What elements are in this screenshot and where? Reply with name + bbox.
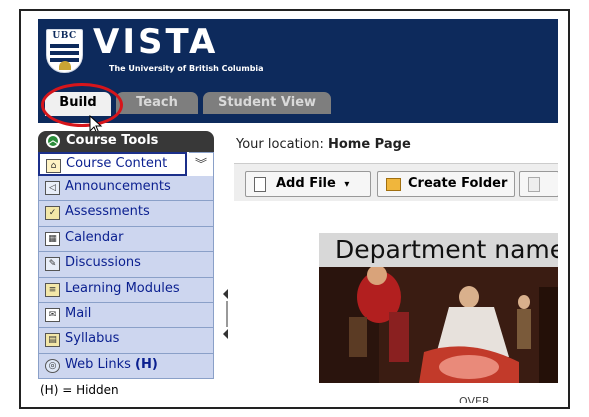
tool-announcements[interactable]: ◁ Announcements xyxy=(38,176,214,202)
caption-text: OVER xyxy=(459,395,490,403)
theatre-photo xyxy=(319,267,558,383)
home-icon: ⌂ xyxy=(46,159,61,173)
file-icon xyxy=(254,177,266,192)
tool-web-links[interactable]: ◎ Web Links (H) xyxy=(38,353,214,380)
add-file-label: Add File xyxy=(276,176,336,191)
assessment-icon: ✓ xyxy=(45,206,60,221)
envelope-icon: ✉ xyxy=(45,307,60,322)
collapse-left-arrow-icon[interactable] xyxy=(223,329,228,339)
calendar-icon: ▦ xyxy=(45,231,60,246)
panel-splitter[interactable] xyxy=(223,289,231,339)
tool-label: Course Content xyxy=(66,156,168,171)
megaphone-icon: ◁ xyxy=(45,181,60,195)
add-file-button[interactable]: Add File ▾ xyxy=(245,171,371,197)
screenshot-frame: UBC VISTA The University of British Colu… xyxy=(19,9,570,409)
collapse-left-arrow-icon[interactable] xyxy=(223,289,228,299)
tab-student-view[interactable]: Student View xyxy=(203,92,331,114)
tool-discussions[interactable]: ✎ Discussions xyxy=(38,252,214,278)
tool-label: Syllabus xyxy=(65,331,120,347)
banner-title: Department name xyxy=(319,233,558,267)
module-icon: ≡ xyxy=(45,282,60,297)
course-tools-title: Course Tools xyxy=(66,133,159,148)
university-subtitle: The University of British Columbia xyxy=(109,64,264,73)
more-toolbar-button[interactable] xyxy=(519,171,558,197)
tool-label: Learning Modules xyxy=(65,280,180,296)
app-name: VISTA xyxy=(93,22,219,62)
hidden-marker: (H) xyxy=(135,356,158,372)
logo-text: UBC xyxy=(52,31,77,41)
content-toolbar: Add File ▾ Create Folder xyxy=(234,163,558,201)
tool-label: Calendar xyxy=(65,229,124,245)
tool-calendar[interactable]: ▦ Calendar xyxy=(38,226,214,253)
folder-icon xyxy=(386,178,401,191)
department-banner: Department name xyxy=(319,233,558,383)
course-tools-header[interactable]: ︿ Course Tools xyxy=(38,131,214,152)
globe-icon: ◎ xyxy=(45,358,60,373)
tool-label: Web Links xyxy=(65,356,131,372)
highlight-circle xyxy=(41,83,123,127)
location-label: Your location: xyxy=(236,137,328,152)
tool-label: Discussions xyxy=(65,255,141,271)
vista-window: UBC VISTA The University of British Colu… xyxy=(38,19,558,403)
tool-mail[interactable]: ✉ Mail xyxy=(38,302,214,329)
tool-learning-modules[interactable]: ≡ Learning Modules xyxy=(38,277,214,303)
ubc-logo-icon: UBC xyxy=(46,29,83,73)
chevron-down-icon[interactable]: ︾ xyxy=(189,152,214,176)
page-icon xyxy=(528,177,540,192)
tool-syllabus[interactable]: ▤ Syllabus xyxy=(38,328,214,354)
hidden-legend: (H) = Hidden xyxy=(40,383,119,397)
chevron-down-icon: ▾ xyxy=(344,179,350,190)
tool-label: Mail xyxy=(65,305,92,321)
pin-icon: ✎ xyxy=(45,257,60,272)
tool-label: Assessments xyxy=(65,204,150,220)
create-folder-button[interactable]: Create Folder xyxy=(377,171,515,197)
course-tools-list: ⌂ Course Content ◁ Announcements ✓ Asses… xyxy=(38,152,214,380)
location-value: Home Page xyxy=(327,137,411,152)
splitter-handle[interactable] xyxy=(226,301,228,327)
breadcrumb: Your location: Home Page xyxy=(236,137,411,152)
main-content: Your location: Home Page Add File ▾ Crea… xyxy=(234,123,558,403)
create-folder-label: Create Folder xyxy=(408,176,508,191)
tool-assessments[interactable]: ✓ Assessments xyxy=(38,201,214,227)
tab-teach[interactable]: Teach xyxy=(116,92,198,114)
syllabus-icon: ▤ xyxy=(45,333,60,348)
tool-course-content[interactable]: ⌂ Course Content xyxy=(38,152,187,176)
tool-label: Announcements xyxy=(65,179,171,194)
collapse-icon[interactable]: ︿ xyxy=(46,134,60,148)
